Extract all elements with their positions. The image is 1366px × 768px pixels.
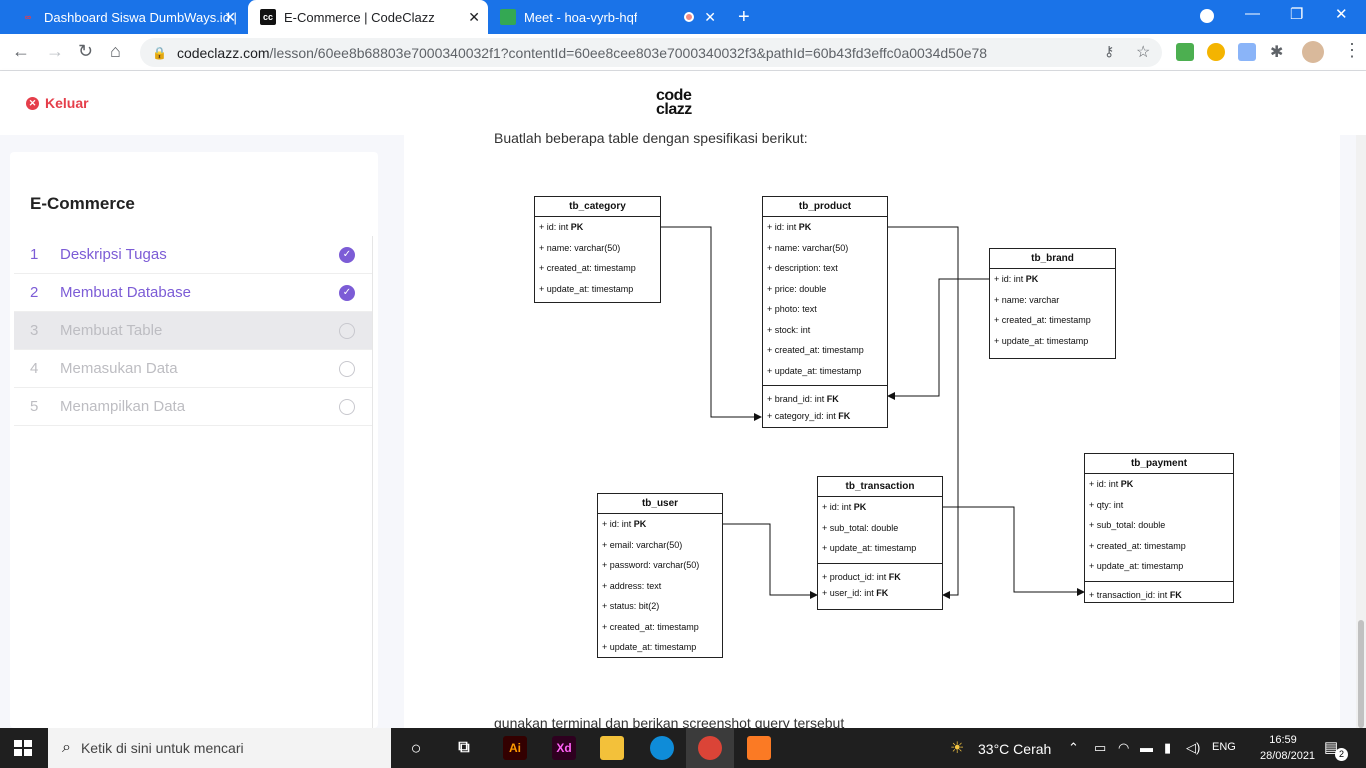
microphone-icon[interactable]: ▮ bbox=[1164, 740, 1171, 756]
chevron-up-icon[interactable]: ⌃ bbox=[1068, 740, 1079, 756]
entity-field: + created_at: timestamp bbox=[767, 345, 864, 355]
entity-tb-user: tb_user + id: int PK + email: varchar(50… bbox=[597, 493, 723, 658]
entity-field: + created_at: timestamp bbox=[994, 315, 1091, 325]
battery-icon[interactable]: ▬ bbox=[1140, 740, 1153, 755]
search-icon: ⌕ bbox=[62, 739, 71, 756]
entity-field: + created_at: timestamp bbox=[602, 621, 699, 632]
entity-field: + update_at: timestamp bbox=[539, 283, 634, 294]
entity-field: + id: int PK bbox=[1089, 479, 1134, 489]
task-view-icon[interactable]: ⧉ bbox=[452, 736, 476, 760]
entity-tb-product: tb_product + id: int PK + name: varchar(… bbox=[762, 196, 888, 428]
entity-title: tb_category bbox=[535, 197, 660, 217]
weather-text[interactable]: 33°C Cerah bbox=[978, 741, 1051, 757]
wifi-icon[interactable]: ◠ bbox=[1118, 740, 1129, 756]
entity-fk-field: + category_id: int FK bbox=[767, 410, 851, 421]
file-explorer-icon[interactable] bbox=[600, 736, 624, 760]
entity-field: + id: int PK bbox=[822, 502, 867, 512]
entity-field: + update_at: timestamp bbox=[1089, 561, 1184, 571]
clock-date: 28/08/2021 bbox=[1260, 750, 1316, 762]
volume-icon[interactable]: ◁) bbox=[1186, 740, 1200, 756]
chrome-icon[interactable] bbox=[698, 736, 722, 760]
entity-field: + sub_total: double bbox=[1089, 520, 1166, 530]
entity-field: + id: int PK bbox=[767, 222, 812, 232]
connector-category-product bbox=[660, 226, 762, 421]
entity-field: + name: varchar(50) bbox=[767, 242, 849, 253]
entity-field: + id: int PK bbox=[602, 519, 647, 529]
xd-icon[interactable]: Xd bbox=[552, 736, 576, 760]
entity-field: + address: text bbox=[602, 580, 662, 591]
entity-field: + update_at: timestamp bbox=[822, 543, 917, 553]
entity-field: + id: int PK bbox=[994, 274, 1039, 284]
entity-title: tb_brand bbox=[990, 249, 1115, 269]
language-indicator[interactable]: ENG bbox=[1212, 741, 1236, 753]
cortana-icon[interactable]: ○ bbox=[404, 736, 428, 760]
entity-tb-brand: tb_brand + id: int PK + name: varchar + … bbox=[989, 248, 1116, 359]
entity-tb-transaction: tb_transaction + id: int PK + sub_total:… bbox=[817, 476, 943, 610]
search-placeholder: Ketik di sini untuk mencari bbox=[80, 740, 244, 756]
entity-fk-field: + user_id: int FK bbox=[822, 588, 889, 598]
entity-tb-payment: tb_payment + id: int PK + qty: int + sub… bbox=[1084, 453, 1234, 603]
meet-tray-icon[interactable]: ▭ bbox=[1094, 740, 1106, 756]
entity-fk-field: + transaction_id: int FK bbox=[1085, 580, 1233, 602]
entity-field: + description: text bbox=[767, 263, 838, 273]
notification-count-badge: 2 bbox=[1335, 748, 1348, 761]
connector-user-transaction bbox=[723, 523, 818, 599]
entity-field: + sub_total: double bbox=[822, 522, 899, 533]
entity-fk-field: + product_id: int FK bbox=[818, 562, 942, 584]
entity-field: + qty: int bbox=[1089, 499, 1124, 510]
entity-field: + price: double bbox=[767, 283, 827, 294]
entity-field: + created_at: timestamp bbox=[539, 263, 636, 273]
connector-transaction-payment bbox=[943, 506, 1085, 596]
entity-field: + stock: int bbox=[767, 324, 811, 335]
entity-title: tb_transaction bbox=[818, 477, 942, 497]
entity-field: + update_at: timestamp bbox=[994, 335, 1089, 346]
entity-field: + id: int PK bbox=[539, 222, 584, 232]
scrollbar-thumb[interactable] bbox=[1358, 620, 1364, 728]
clock[interactable]: 16:59 28/08/2021 bbox=[1260, 732, 1316, 764]
entity-field: + update_at: timestamp bbox=[767, 365, 862, 376]
entity-field: + password: varchar(50) bbox=[602, 560, 700, 570]
entity-field: + created_at: timestamp bbox=[1089, 540, 1186, 551]
entity-field: + name: varchar bbox=[994, 294, 1060, 305]
xampp-icon[interactable] bbox=[747, 736, 771, 760]
edge-icon[interactable] bbox=[650, 736, 674, 760]
weather-icon[interactable]: ☀ bbox=[950, 738, 964, 758]
entity-field: + photo: text bbox=[767, 304, 817, 314]
entity-title: tb_product bbox=[763, 197, 887, 217]
entity-field: + status: bit(2) bbox=[602, 601, 660, 611]
taskbar-search-box[interactable]: ⌕ Ketik di sini untuk mencari bbox=[48, 728, 391, 768]
entity-title: tb_payment bbox=[1085, 454, 1233, 474]
entity-tb-category: tb_category + id: int PK + name: varchar… bbox=[534, 196, 661, 303]
windows-taskbar: ⌕ Ketik di sini untuk mencari ○ ⧉ Ai Xd … bbox=[0, 728, 1366, 768]
entity-fk-field: + brand_id: int FK bbox=[763, 385, 887, 406]
entity-field: + name: varchar(50) bbox=[539, 242, 621, 253]
connector-brand-product bbox=[887, 278, 990, 400]
entity-field: + email: varchar(50) bbox=[602, 539, 683, 550]
illustrator-icon[interactable]: Ai bbox=[503, 736, 527, 760]
windows-start-icon[interactable] bbox=[14, 740, 32, 756]
entity-title: tb_user bbox=[598, 494, 722, 514]
clock-time: 16:59 bbox=[1269, 734, 1297, 746]
entity-field: + update_at: timestamp bbox=[602, 642, 697, 652]
